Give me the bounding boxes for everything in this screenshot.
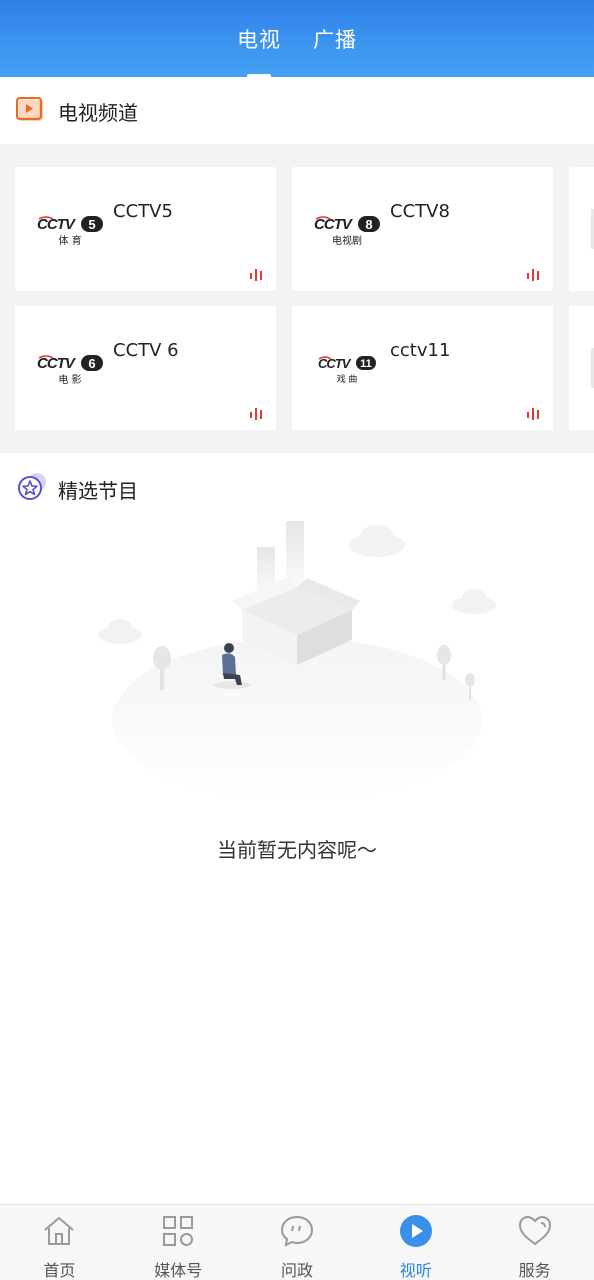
top-tabs: 电视 广播: [0, 24, 594, 54]
channel-name: CCTV8: [390, 201, 450, 222]
play-icon: [399, 1215, 432, 1247]
svg-text:8: 8: [365, 217, 372, 232]
cctv11-logo-icon: CCTV 11 戏 曲: [318, 356, 376, 385]
svg-text:电 影: 电 影: [58, 373, 81, 386]
svg-text:CCTV: CCTV: [318, 356, 352, 371]
channel-card-cctv11[interactable]: CCTV 11 戏 曲 cctv11: [292, 306, 553, 430]
channel-card-cctv5[interactable]: CCTV 5 体 育 CCTV5: [15, 167, 276, 291]
cctv5-logo-icon: CCTV 5 体 育: [37, 216, 103, 247]
nav-audiovisual[interactable]: 视听: [356, 1205, 475, 1280]
nav-inquiry-label: 问政: [280, 1261, 313, 1280]
empty-box-illustration-icon: [98, 521, 496, 802]
top-header: 电视 广播: [0, 0, 594, 77]
heart-icon: [518, 1215, 551, 1246]
tab-radio[interactable]: 广播: [313, 24, 357, 54]
channel-grid: CCTV 5 体 育 CCTV5 CCTV 8 电视剧 CCTV8 CCTV 6…: [0, 144, 594, 453]
live-signal-icon: [527, 408, 539, 420]
nav-service-label: 服务: [518, 1261, 551, 1280]
channel-name: CCTV 6: [113, 340, 179, 361]
star-icon: [18, 473, 46, 500]
cctv8-logo-icon: CCTV 8 电视剧: [314, 216, 380, 247]
tv-channel-icon: [16, 97, 43, 121]
channel-card-partial[interactable]: [569, 306, 594, 430]
tv-channels-title: 电视频道: [58, 101, 138, 125]
live-signal-icon: [250, 408, 262, 420]
nav-media[interactable]: 媒体号: [119, 1205, 238, 1280]
bottom-nav: 首页 媒体号 问政 视听 服务: [0, 1204, 594, 1280]
grid-icon: [163, 1216, 194, 1246]
home-icon: [44, 1217, 75, 1245]
svg-text:CCTV: CCTV: [37, 216, 77, 233]
channel-name: CCTV5: [113, 201, 173, 222]
live-signal-icon: [527, 269, 539, 281]
svg-text:CCTV: CCTV: [37, 355, 77, 372]
channel-card-cctv6[interactable]: CCTV 6 电 影 CCTV 6: [15, 306, 276, 430]
nav-service[interactable]: 服务: [475, 1205, 594, 1280]
chat-icon: [280, 1215, 313, 1247]
nav-media-label: 媒体号: [154, 1261, 203, 1280]
nav-audiovisual-label: 视听: [399, 1261, 432, 1280]
svg-text:11: 11: [360, 358, 372, 370]
svg-text:6: 6: [88, 356, 95, 371]
nav-home-label: 首页: [43, 1261, 76, 1280]
svg-text:体 育: 体 育: [58, 234, 81, 247]
channel-card-cctv8[interactable]: CCTV 8 电视剧 CCTV8: [292, 167, 553, 291]
svg-text:5: 5: [88, 217, 95, 232]
channel-card-partial[interactable]: [569, 167, 594, 291]
empty-state-text: 当前暂无内容呢〜: [217, 838, 377, 862]
tab-tv[interactable]: 电视: [237, 24, 281, 54]
nav-inquiry[interactable]: 问政: [238, 1205, 357, 1280]
live-signal-icon: [250, 269, 262, 281]
featured-header: 精选节目: [0, 453, 594, 515]
channel-name: cctv11: [390, 340, 451, 361]
svg-text:戏 曲: 戏 曲: [337, 373, 358, 385]
tv-channels-header: 电视频道: [0, 77, 594, 143]
nav-home[interactable]: 首页: [0, 1205, 119, 1280]
featured-title: 精选节目: [58, 479, 138, 503]
svg-text:CCTV: CCTV: [314, 216, 354, 233]
svg-text:电视剧: 电视剧: [332, 234, 362, 247]
cctv6-logo-icon: CCTV 6 电 影: [37, 355, 103, 386]
